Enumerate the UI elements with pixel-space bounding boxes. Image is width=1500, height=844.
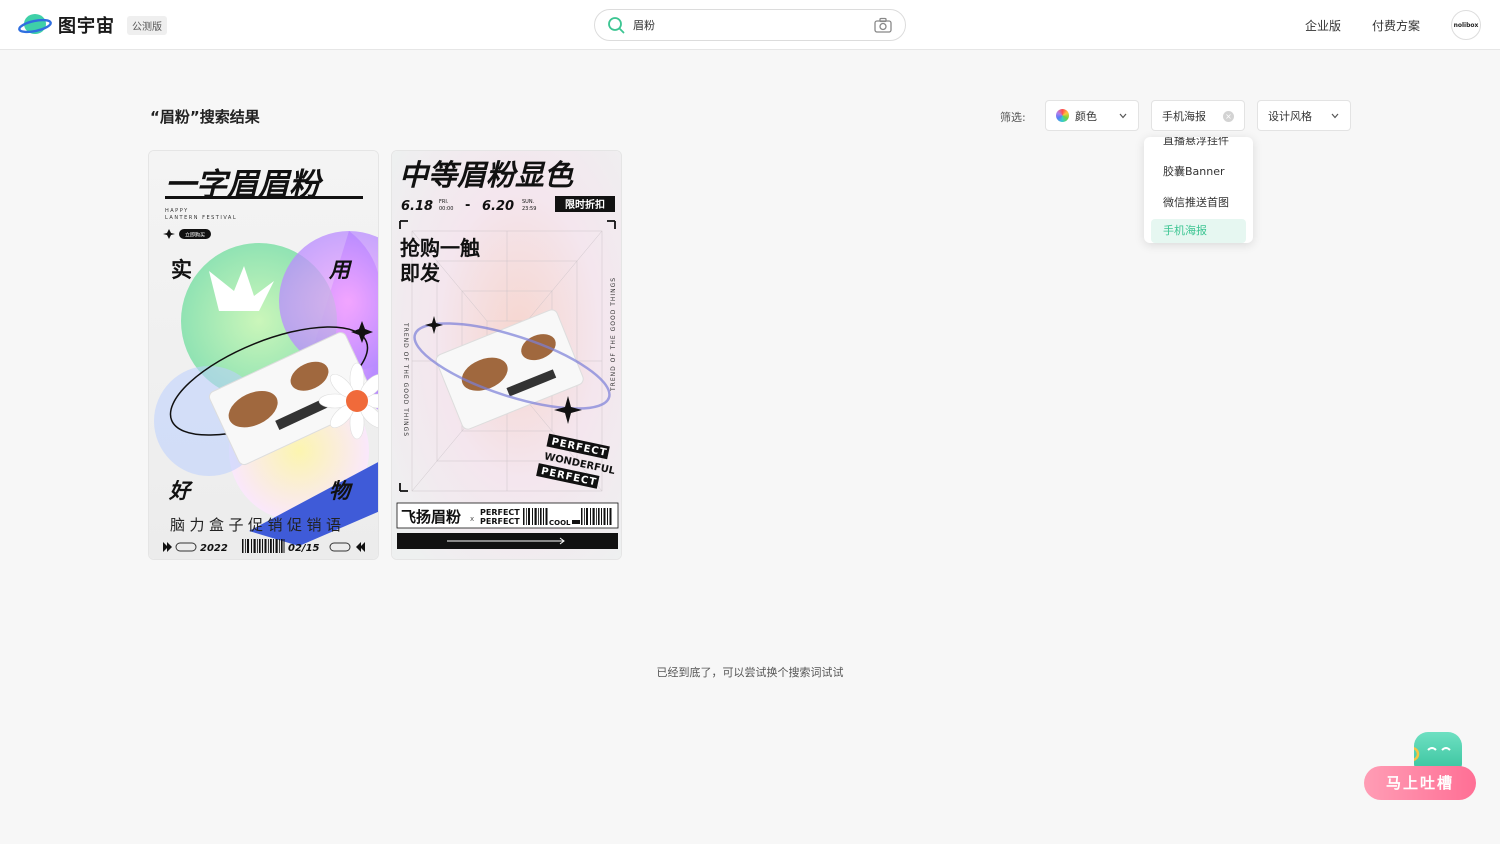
card1-c1: 实 [171,258,192,282]
filter-style[interactable]: 设计风格 [1257,100,1351,131]
card2-x: x [470,515,474,523]
end-of-results-note: 已经到底了，可以尝试换个搜索词试试 [656,666,844,679]
card2-d2a: SUN. [522,199,535,205]
type-dropdown: 直播悬浮挂件 胶囊Banner 微信推送首图 手机海报 [1144,137,1253,243]
card1-year: 2022 [200,543,228,554]
filter-style-label: 设计风格 [1268,109,1312,123]
card2-d1: 6.18 [401,199,433,214]
dropdown-item[interactable]: 胶囊Banner [1144,160,1253,184]
mascot-icon [1404,732,1462,770]
card2-brand: 飞扬眉粉 [401,508,461,526]
camera-icon[interactable] [874,17,892,34]
search-input[interactable] [633,18,853,32]
card2-side-left: TREND OF THE GOOD THINGS [402,322,409,437]
planet-logo-icon [18,14,52,34]
card1-c2: 用 [328,258,353,282]
poster-2: 中等眉粉显色 6.18 FRI. 00:00 - 6.20 SUN. 23:59… [392,151,621,559]
card2-promo: 限时折扣 [565,198,605,211]
card2-cool: COOL [549,519,571,527]
result-card-1[interactable]: 一字眉眉粉 HAPPY LANTERN FESTIVAL 立即购买 实 用 好 … [148,150,379,560]
card1-title: 一字眉眉粉 [165,167,324,203]
card1-slogan: 脑力盒子促销促销语 [170,516,346,534]
card2-h1: 抢购一触 [400,236,480,260]
poster-1: 一字眉眉粉 HAPPY LANTERN FESTIVAL 立即购买 实 用 好 … [149,151,378,559]
card2-h2: 即发 [400,261,441,285]
card1-sub2: LANTERN FESTIVAL [165,215,237,221]
filter-type[interactable]: 手机海报 × [1151,100,1245,131]
feedback-widget[interactable]: 马上吐槽 [1362,732,1478,804]
card2-pf2: PERFECT [480,517,520,526]
dropdown-item[interactable]: 微信推送首图 [1144,191,1253,215]
card1-buy: 立即购买 [185,232,205,239]
color-wheel-icon [1056,109,1069,122]
filter-type-label: 手机海报 [1162,109,1206,123]
beta-badge: 公测版 [127,15,167,35]
result-card-2[interactable]: 中等眉粉显色 6.18 FRI. 00:00 - 6.20 SUN. 23:59… [391,150,622,560]
search-icon[interactable] [607,16,625,34]
card2-d1a: FRI. [439,199,449,205]
dropdown-item-selected[interactable]: 手机海报 [1151,219,1246,243]
feedback-button[interactable]: 马上吐槽 [1364,766,1476,800]
card2-d1b: 00:00 [439,206,453,212]
nav-pricing[interactable]: 付费方案 [1372,17,1420,34]
filter-color[interactable]: 颜色 [1045,100,1139,131]
filter-label: 筛选: [1000,111,1026,124]
card2-pf1: PERFECT [480,508,520,517]
card2-d2: 6.20 [482,199,514,214]
card1-date: 02/15 [288,543,320,554]
logo-text: 图宇宙 [58,16,115,37]
card2-d2b: 23:59 [522,206,536,212]
card2-title: 中等眉粉显色 [399,158,574,192]
card2-side-right: TREND OF THE GOOD THINGS [610,277,617,392]
chevron-down-icon [1331,113,1339,119]
card2-dash: - [465,198,470,213]
avatar[interactable]: nolibox [1451,10,1481,40]
card1-sub1: HAPPY [165,208,189,214]
card1-c3: 好 [168,479,193,503]
dropdown-item[interactable]: 直播悬浮挂件 [1144,137,1253,153]
logo[interactable]: 图宇宙 公测版 [18,11,167,39]
nav-enterprise[interactable]: 企业版 [1305,17,1341,34]
filter-color-label: 颜色 [1075,109,1097,123]
chevron-down-icon [1119,113,1127,119]
search-bar[interactable] [594,9,906,41]
top-header: 图宇宙 公测版 企业版 付费方案 nolibox [0,0,1500,50]
clear-icon[interactable]: × [1223,111,1234,122]
result-title: “眉粉”搜索结果 [150,108,260,126]
